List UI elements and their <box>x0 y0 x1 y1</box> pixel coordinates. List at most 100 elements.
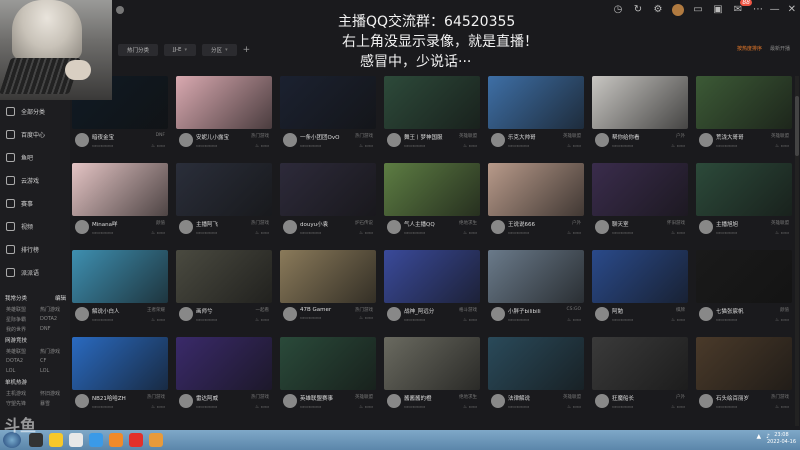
stream-category[interactable]: 热门游戏 <box>251 394 269 400</box>
stream-category[interactable]: 颜值 <box>156 220 165 226</box>
stream-category[interactable]: 英雄联盟 <box>771 133 789 139</box>
sort-tab-new[interactable]: 最新开播 <box>770 45 790 52</box>
stream-thumbnail[interactable] <box>384 250 480 303</box>
stream-thumbnail[interactable] <box>176 250 272 303</box>
stream-category[interactable]: 户外 <box>572 220 581 226</box>
stream-card[interactable]: 画师兮 一起看 ▭▭▭▭▭ ♨ ▭▭ <box>176 250 272 328</box>
network-icon[interactable]: ▲ <box>757 433 762 440</box>
stream-card[interactable]: 荒泷大哥哥 英雄联盟 ▭▭▭▭▭ ♨ ▭▭ <box>696 76 792 154</box>
stream-category[interactable]: 一起看 <box>256 307 270 313</box>
stream-card[interactable]: 主播旭旭 英雄联盟 ▭▭▭▭▭ ♨ ▭▭ <box>696 163 792 241</box>
stream-thumbnail[interactable] <box>280 76 376 129</box>
sidebar-section-title[interactable]: 网游竞技 <box>0 334 70 346</box>
player-icon[interactable] <box>149 433 163 447</box>
stream-category[interactable]: 热门游戏 <box>251 133 269 139</box>
stream-card[interactable]: 帮你给你看 户外 ▭▭▭▭▭ ♨ ▭▭ <box>592 76 688 154</box>
sidebar-category-link[interactable]: 热门游戏 <box>40 348 64 355</box>
stream-thumbnail[interactable] <box>592 250 688 303</box>
streamer-name[interactable]: 王说说666 <box>508 220 558 228</box>
gift-icon[interactable]: ▣ <box>712 4 724 16</box>
stream-card[interactable]: 酱酱酱的橙 绝地求生 ▭▭▭▭▭ ♨ ▭▭ <box>384 337 480 415</box>
stream-thumbnail[interactable] <box>176 337 272 390</box>
stream-card[interactable]: 47B Gamer 热门游戏 ▭▭▭▭▭ ♨ ▭▭ <box>280 250 376 328</box>
streamer-avatar[interactable] <box>595 220 609 234</box>
menu-icon[interactable] <box>116 6 124 14</box>
stream-card[interactable]: 战神_阿远分 格斗游戏 ▭▭▭▭▭ ♨ ▭▭ <box>384 250 480 328</box>
stream-card[interactable]: 一条小团团OvO 热门游戏 ▭▭▭▭▭ ♨ ▭▭ <box>280 76 376 154</box>
streamer-name[interactable]: 帮你给你看 <box>612 133 662 141</box>
browser-icon[interactable] <box>89 433 103 447</box>
streamer-avatar[interactable] <box>595 133 609 147</box>
stream-card[interactable]: 气人主播QQ 绝地求生 ▭▭▭▭▭ ♨ ▭▭ <box>384 163 480 241</box>
stream-card[interactable]: 阿勉 棋牌 ▭▭▭▭▭ ♨ ▭▭ <box>592 250 688 328</box>
streamer-name[interactable]: 战神_阿远分 <box>404 307 454 315</box>
stream-category[interactable]: 英雄联盟 <box>563 133 581 139</box>
stream-category[interactable]: 英雄联盟 <box>355 394 373 400</box>
streamer-name[interactable]: 安妮儿小露宝 <box>196 133 246 141</box>
stream-thumbnail[interactable] <box>592 337 688 390</box>
stream-thumbnail[interactable] <box>176 76 272 129</box>
sidebar-item-5[interactable]: 视频 <box>0 215 70 238</box>
streamer-name[interactable]: 主播阿飞 <box>196 220 246 228</box>
stream-thumbnail[interactable] <box>696 337 792 390</box>
settings-icon[interactable]: ⚙ <box>652 4 664 16</box>
stream-card[interactable]: 小胖子bilibili CS:GO ▭▭▭▭▭ ♨ ▭▭ <box>488 250 584 328</box>
streamer-name[interactable]: 小胖子bilibili <box>508 307 558 315</box>
streamer-avatar[interactable] <box>699 307 713 321</box>
streamer-name[interactable]: 暗夜金宝 <box>92 133 142 141</box>
taskbar-clock[interactable]: 23:08 2022-04-16 <box>767 432 796 446</box>
stream-thumbnail[interactable] <box>72 163 168 216</box>
message-icon[interactable]: ✉ 88 <box>732 0 752 16</box>
sidebar-category-link[interactable]: 星际争霸 <box>6 316 30 323</box>
stream-card[interactable]: 聊天室 怀旧游戏 ▭▭▭▭▭ ♨ ▭▭ <box>592 163 688 241</box>
stream-category[interactable]: 炉石传说 <box>355 220 373 226</box>
streamer-avatar[interactable] <box>283 220 297 234</box>
streamer-avatar[interactable] <box>179 133 193 147</box>
stream-thumbnail[interactable] <box>384 337 480 390</box>
streamer-name[interactable]: Minana咩 <box>92 220 142 228</box>
stream-thumbnail[interactable] <box>696 163 792 216</box>
sidebar-item-1[interactable]: 百度中心 <box>0 123 70 146</box>
sidebar-category-link[interactable]: LOL <box>6 368 30 374</box>
clock-icon[interactable]: ◷ <box>612 4 624 16</box>
stream-category[interactable]: 格斗游戏 <box>459 307 477 313</box>
streamer-name[interactable]: 法律解说 <box>508 394 558 402</box>
stream-thumbnail[interactable] <box>176 163 272 216</box>
stream-thumbnail[interactable] <box>72 250 168 303</box>
scrollbar[interactable] <box>795 76 799 426</box>
sidebar-category-link[interactable]: DNF <box>40 326 64 332</box>
sidebar-category-link[interactable]: 怀旧游戏 <box>40 390 64 397</box>
streamer-avatar[interactable] <box>699 220 713 234</box>
sidebar-category-link[interactable]: 守望先锋 <box>6 400 30 407</box>
streamer-name[interactable]: 酱酱酱的橙 <box>404 394 454 402</box>
history-icon[interactable]: ↻ <box>632 4 644 16</box>
streamer-avatar[interactable] <box>491 394 505 408</box>
stream-category[interactable]: DNF <box>156 133 165 138</box>
sidebar-item-4[interactable]: 赛事 <box>0 192 70 215</box>
streamer-avatar[interactable] <box>75 220 89 234</box>
streamer-name[interactable]: NB21哈哈ZH <box>92 394 142 402</box>
stream-thumbnail[interactable] <box>384 163 480 216</box>
stream-card[interactable]: 狂魔船长 户外 ▭▭▭▭▭ ♨ ▭▭ <box>592 337 688 415</box>
shirt-icon[interactable]: ▭ <box>692 4 704 16</box>
sort-tab-hot[interactable]: 按热度排序 <box>737 45 762 52</box>
stream-category[interactable]: 王者荣耀 <box>147 307 165 313</box>
streamer-name[interactable]: 47B Gamer <box>300 307 350 313</box>
stream-thumbnail[interactable] <box>280 250 376 303</box>
streamer-avatar[interactable] <box>595 307 609 321</box>
streamer-avatar[interactable] <box>179 307 193 321</box>
sidebar-category-link[interactable]: 热门游戏 <box>40 306 64 313</box>
stream-thumbnail[interactable] <box>72 337 168 390</box>
sidebar-item-7[interactable]: 派派语 <box>0 261 70 284</box>
streamer-avatar[interactable] <box>283 394 297 408</box>
streamer-avatar[interactable] <box>75 133 89 147</box>
minimize-icon[interactable]: — <box>770 4 780 15</box>
streamer-name[interactable]: 石头绘百丽岁 <box>716 394 766 402</box>
streamer-name[interactable]: 一条小团团OvO <box>300 133 350 141</box>
stream-card[interactable]: 七猫张宸帆 颜值 ▭▭▭▭▭ ♨ ▭▭ <box>696 250 792 328</box>
streamer-name[interactable]: 雷达阿威 <box>196 394 246 402</box>
streamer-avatar[interactable] <box>387 394 401 408</box>
streamer-avatar[interactable] <box>387 133 401 147</box>
stream-card[interactable]: 英雄联盟赛事 英雄联盟 ▭▭▭▭▭ ♨ ▭▭ <box>280 337 376 415</box>
add-filter-icon[interactable]: + <box>243 45 251 55</box>
